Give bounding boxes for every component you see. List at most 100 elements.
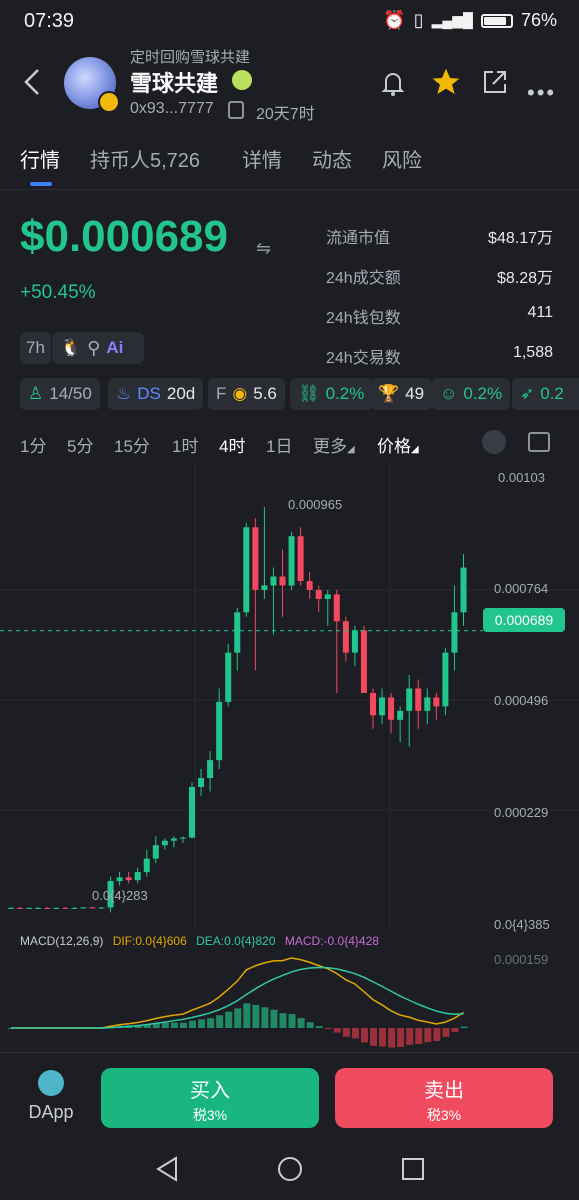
ds-value: 20d: [166, 384, 196, 403]
candle-body: [306, 580, 313, 590]
interval-4h[interactable]: 4时: [219, 432, 245, 457]
candle-body: [415, 688, 422, 711]
user-star-icon: ♙: [28, 384, 44, 403]
rocket-icon: ➶: [520, 384, 535, 403]
y-tick-5: 0.0{4}385: [494, 917, 550, 932]
macd-bar: [161, 1022, 169, 1028]
dif-value: DIF:0.0{4}606: [112, 934, 187, 948]
candle-body: [98, 907, 105, 909]
macd-bar: [207, 1018, 215, 1028]
coin-icon: ◉: [232, 384, 248, 403]
price-toggle[interactable]: 价格◢: [377, 432, 419, 457]
candle-body: [261, 585, 268, 590]
sell-button[interactable]: 卖出 税3%: [335, 1068, 553, 1128]
stat-label-wallets: 24h钱包数: [326, 310, 401, 327]
link-icon: ⛓: [298, 384, 320, 403]
macd-bar: [288, 1014, 296, 1028]
more-icon[interactable]: •••: [527, 80, 556, 106]
macd-bar: [243, 1003, 251, 1028]
back-button[interactable]: [20, 66, 48, 102]
candle-body: [360, 630, 367, 693]
macd-bar: [342, 1028, 350, 1037]
candle-body: [125, 877, 132, 881]
macd-bar: [370, 1028, 377, 1046]
ds-chip[interactable]: ♨ DS 20d: [108, 378, 204, 410]
candle-body: [351, 630, 358, 653]
candle-body: [189, 786, 195, 838]
back-nav-icon[interactable]: [154, 1156, 180, 1182]
candle-body: [433, 697, 440, 707]
macd-bar: [351, 1028, 359, 1039]
tax-chip-3[interactable]: ➶ 0.2: [512, 378, 579, 410]
stat-value-volume: $8.28万: [496, 270, 553, 287]
stat-value-wallets: 411: [527, 304, 553, 321]
buy-button[interactable]: 买入 税3%: [101, 1068, 319, 1128]
tab-details[interactable]: 详情: [242, 144, 282, 173]
candle-body: [134, 872, 141, 881]
interval-1d[interactable]: 1日: [266, 432, 292, 457]
age-chip-label: 7h: [26, 338, 45, 357]
macd-bar: [170, 1022, 178, 1028]
interval-more[interactable]: 更多◢: [313, 432, 355, 457]
system-nav-bar: [0, 1144, 579, 1200]
bell-icon[interactable]: [378, 68, 408, 103]
macd-bar: [189, 1020, 196, 1028]
y-tick-2: 0.000764: [494, 581, 549, 596]
star-icon[interactable]: [430, 66, 462, 103]
share-icon[interactable]: [481, 68, 509, 101]
f-chip[interactable]: F ◉ 5.6: [208, 378, 285, 410]
candle-body: [8, 907, 14, 909]
tax-chip-2[interactable]: ☺ 0.2%: [432, 378, 511, 410]
macd-bar: [424, 1028, 432, 1043]
candle-body: [388, 697, 395, 720]
candle-body: [179, 837, 186, 839]
chart-settings-icon[interactable]: [528, 432, 550, 452]
home-nav-icon[interactable]: [276, 1155, 304, 1183]
candle-body: [397, 710, 404, 720]
indicator-icon[interactable]: [482, 430, 506, 454]
candle-body: [35, 907, 42, 909]
candle-body: [143, 858, 150, 873]
dapp-button[interactable]: DApp: [24, 1070, 78, 1123]
token-age: 20天7时: [256, 106, 315, 123]
interval-15m[interactable]: 15分: [114, 432, 150, 457]
candle-body: [270, 576, 277, 586]
trophy-chip[interactable]: 🏆 49: [370, 378, 433, 410]
macd-bar: [179, 1022, 187, 1028]
candle-body: [342, 621, 349, 653]
macd-bar: [252, 1004, 260, 1028]
candle-body: [44, 907, 51, 909]
swap-icon[interactable]: ⇋: [256, 238, 271, 259]
holders-chip[interactable]: ♙ 14/50: [20, 378, 100, 410]
macd-bar: [279, 1013, 287, 1028]
candle-body: [234, 612, 241, 653]
contract-address[interactable]: 0x93...7777: [130, 100, 214, 118]
candle-body: [207, 760, 214, 779]
tab-bar: 行情 持币人5,726 详情 动态 风险: [0, 140, 579, 190]
copy-icon[interactable]: [228, 101, 244, 119]
macd-bar: [397, 1028, 405, 1048]
social-chip[interactable]: 🐧 ⚲ Ai: [52, 332, 144, 364]
tab-holders[interactable]: 持币人5,726: [90, 144, 200, 173]
interval-1h[interactable]: 1时: [172, 432, 198, 457]
interval-5m[interactable]: 5分: [67, 432, 93, 457]
macd-bar: [451, 1028, 459, 1032]
caret-icon: ◢: [347, 444, 355, 455]
chef-hat-icon: ♨: [116, 384, 132, 403]
dapp-icon: [38, 1070, 64, 1096]
interval-1m[interactable]: 1分: [20, 432, 46, 457]
candle-body: [297, 536, 304, 581]
tax-chip-1[interactable]: ⛓ 0.2%: [290, 378, 373, 410]
tab-market[interactable]: 行情: [20, 144, 60, 173]
qq-icon: 🐧: [60, 338, 82, 357]
tab-risk[interactable]: 风险: [382, 144, 422, 173]
macd-bar: [270, 1009, 278, 1028]
price-change: +50.45%: [20, 282, 96, 303]
tab-activity[interactable]: 动态: [312, 144, 352, 173]
recents-nav-icon[interactable]: [400, 1156, 426, 1182]
macd-bar: [315, 1026, 323, 1028]
battery-icon: [480, 13, 513, 28]
candlestick-chart[interactable]: [0, 460, 579, 930]
candle-body: [460, 567, 467, 613]
candle-body: [370, 692, 376, 716]
